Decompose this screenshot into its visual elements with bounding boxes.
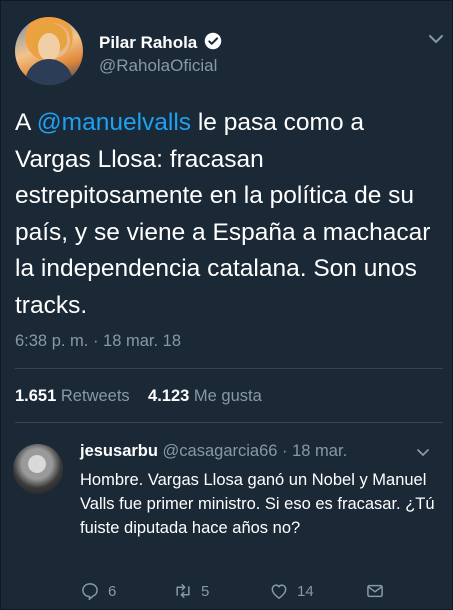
heart-icon (271, 584, 287, 599)
reply-handle[interactable]: @casagarcia66 (163, 442, 278, 460)
tweet-header: Pilar Rahola @RaholaOficial (15, 15, 443, 87)
likes-count[interactable]: 4.123 (148, 387, 189, 405)
reply-avatar[interactable] (13, 444, 63, 494)
retweet-icon (176, 584, 190, 598)
reply-button[interactable]: 6 (80, 581, 116, 601)
tweet-text-prefix: A (15, 109, 37, 136)
chevron-down-icon[interactable] (416, 448, 430, 458)
tweet-timestamp[interactable]: 6:38 p. m. · 18 mar. 18 (15, 332, 181, 351)
tweet-detail: Pilar Rahola @RaholaOficial A @manuelval… (0, 0, 453, 610)
reply-icon (82, 583, 98, 601)
author-display-name[interactable]: Pilar Rahola (99, 33, 197, 53)
reply-header: jesusarbu @casagarcia66 · 18 mar. (80, 442, 347, 461)
like-button[interactable]: 14 (269, 581, 314, 601)
divider (15, 422, 443, 423)
engagement-stats: 1.651 Retweets 4.123 Me gusta (15, 387, 262, 406)
verified-badge-icon (204, 32, 222, 50)
retweets-label[interactable]: Retweets (61, 387, 130, 405)
likes-label[interactable]: Me gusta (194, 387, 262, 405)
direct-message-icon (367, 584, 383, 598)
like-count: 14 (297, 582, 314, 600)
retweets-count[interactable]: 1.651 (15, 387, 56, 405)
retweet-button[interactable]: 5 (173, 581, 209, 601)
mention-link[interactable]: @manuelvalls (37, 109, 191, 136)
author-handle[interactable]: @RaholaOficial (99, 56, 217, 76)
reply-count: 6 (108, 582, 117, 600)
chevron-down-icon[interactable] (428, 33, 444, 45)
reply-username[interactable]: jesusarbu (80, 442, 158, 460)
reply-separator: · (277, 442, 293, 460)
reply-date[interactable]: 18 mar. (292, 442, 347, 460)
divider (15, 368, 443, 369)
direct-message-button[interactable] (365, 581, 385, 601)
tweet-text: A @manuelvalls le pasa como a Vargas Llo… (15, 105, 435, 324)
reply-text: Hombre. Vargas Llosa ganó un Nobel y Man… (80, 471, 435, 538)
author-avatar[interactable] (15, 17, 83, 85)
tweet-text-body: le pasa como a Vargas Llosa: fracasan es… (15, 109, 431, 319)
retweet-count: 5 (201, 582, 210, 600)
